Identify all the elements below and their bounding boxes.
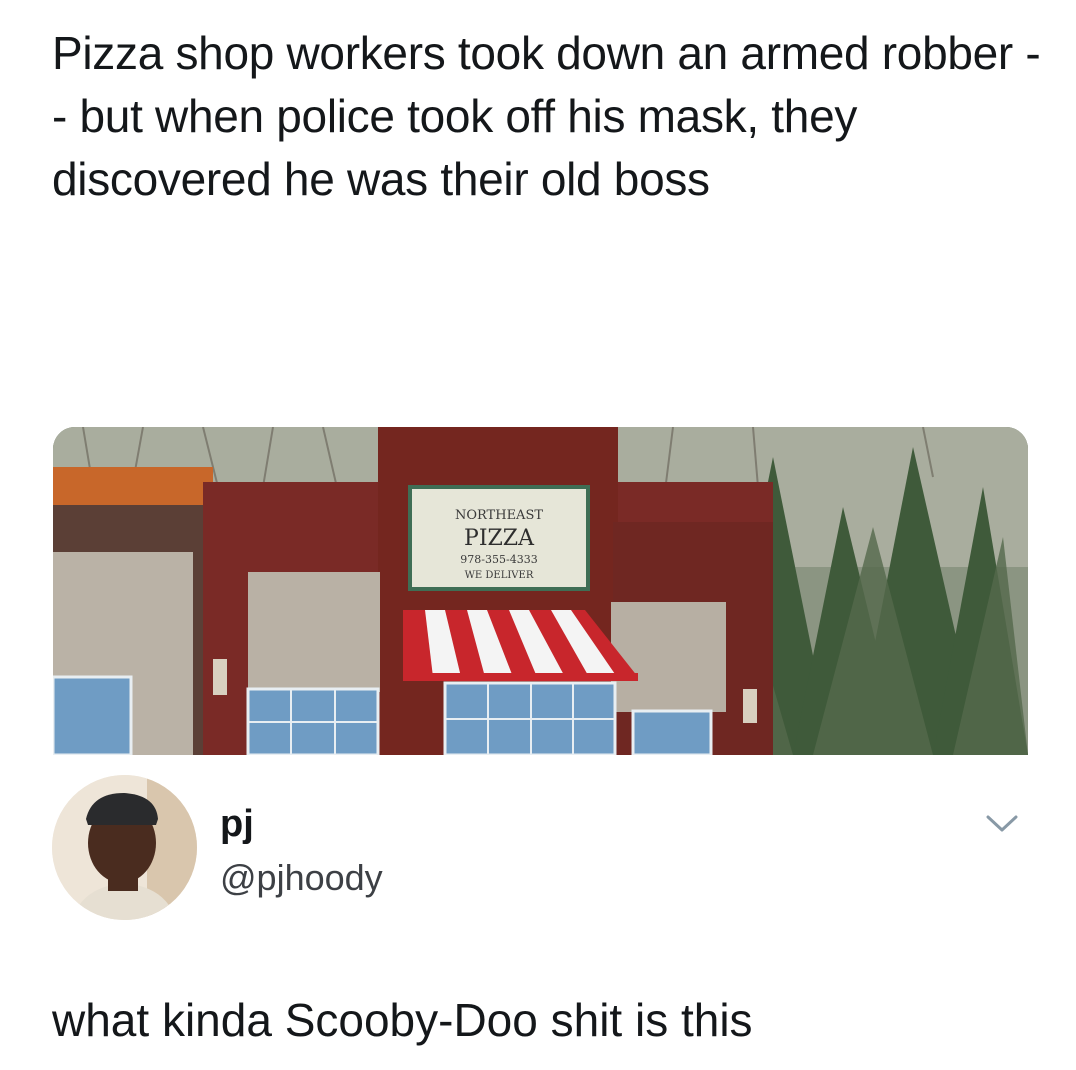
sign-line1: NORTHEAST	[455, 508, 543, 523]
avatar-image	[52, 775, 197, 920]
pizza-shop-photo: NORTHEAST PIZZA 978-355-4333 WE DELIVER	[53, 427, 1028, 755]
post-headline: Pizza shop workers took down an armed ro…	[52, 27, 1041, 205]
author-block: pj @pjhoody	[52, 775, 1032, 920]
author-name[interactable]: pj	[220, 803, 254, 846]
post-photo[interactable]: NORTHEAST PIZZA 978-355-4333 WE DELIVER	[53, 427, 1028, 755]
chevron-down-icon[interactable]	[984, 811, 1020, 835]
sign-line4: WE DELIVER	[465, 570, 534, 581]
avatar[interactable]	[52, 775, 197, 920]
comment-text: what kinda Scooby-Doo shit is this	[52, 994, 753, 1046]
author-handle[interactable]: @pjhoody	[220, 857, 383, 899]
sign-line3: 978-355-4333	[460, 553, 537, 566]
sign-line2: PIZZA	[464, 526, 535, 551]
